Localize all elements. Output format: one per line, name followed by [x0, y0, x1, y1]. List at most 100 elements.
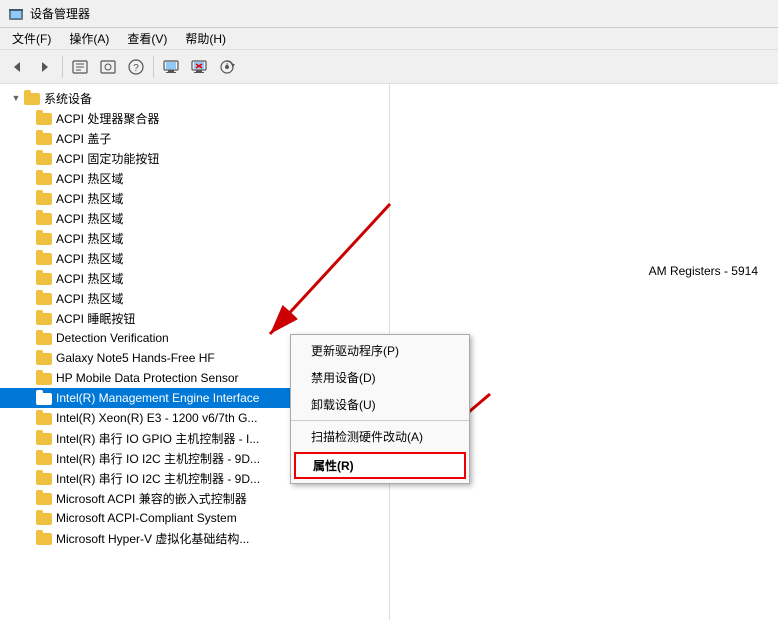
leaf-spacer	[20, 370, 36, 386]
tree-item-label: Galaxy Note5 Hands-Free HF	[56, 351, 215, 365]
device-folder-icon	[36, 130, 52, 146]
menu-help[interactable]: 帮助(H)	[177, 28, 234, 49]
tree-item[interactable]: ACPI 热区域	[0, 268, 389, 288]
leaf-spacer	[20, 290, 36, 306]
tree-item[interactable]: ACPI 热区域	[0, 228, 389, 248]
tree-item-label: ACPI 热区域	[56, 210, 123, 227]
menu-action[interactable]: 操作(A)	[61, 28, 117, 49]
device-folder-icon	[36, 270, 52, 286]
tree-item-label: ACPI 热区域	[56, 250, 123, 267]
root-label: 系统设备	[44, 90, 92, 107]
svg-text:?: ?	[133, 63, 139, 74]
main-content: ▼ 系统设备 ACPI 处理器聚合器 ACPI 盖子 ACPI 固定功能按钮 A…	[0, 84, 778, 620]
scan-button[interactable]	[214, 54, 240, 80]
tree-item-label: ACPI 热区域	[56, 230, 123, 247]
tree-item-label: Intel(R) 串行 IO GPIO 主机控制器 - I...	[56, 430, 259, 447]
tree-item[interactable]: ACPI 热区域	[0, 248, 389, 268]
tree-item[interactable]: ACPI 固定功能按钮	[0, 148, 389, 168]
leaf-spacer	[20, 510, 36, 526]
tree-item-label: ACPI 热区域	[56, 190, 123, 207]
toolbar-separator-1	[62, 56, 63, 78]
title-bar: 设备管理器	[0, 0, 778, 28]
menu-file[interactable]: 文件(F)	[4, 28, 59, 49]
context-menu: 更新驱动程序(P)禁用设备(D)卸载设备(U) 扫描检测硬件改动(A)属性(R)	[290, 334, 470, 484]
device-folder-icon	[36, 170, 52, 186]
device-folder-icon	[36, 310, 52, 326]
ctx-item-properties[interactable]: 属性(R)	[294, 452, 466, 479]
forward-button[interactable]	[32, 54, 58, 80]
leaf-spacer	[20, 450, 36, 466]
tree-item[interactable]: ACPI 睡眠按钮	[0, 308, 389, 328]
ctx-item-scan-hardware[interactable]: 扫描检测硬件改动(A)	[291, 423, 469, 450]
device-folder-icon	[36, 290, 52, 306]
window-title: 设备管理器	[30, 5, 90, 22]
properties-toolbar-button[interactable]	[67, 54, 93, 80]
right-panel-text: AM Registers - 5914	[649, 264, 758, 278]
device-folder-icon	[36, 350, 52, 366]
help-button[interactable]: ?	[123, 54, 149, 80]
leaf-spacer	[20, 390, 36, 406]
menu-bar: 文件(F) 操作(A) 查看(V) 帮助(H)	[0, 28, 778, 50]
leaf-spacer	[20, 170, 36, 186]
menu-view[interactable]: 查看(V)	[119, 28, 175, 49]
device-folder-icon	[36, 470, 52, 486]
tree-item-label: Intel(R) 串行 IO I2C 主机控制器 - 9D...	[56, 470, 260, 487]
ctx-item-disable-device[interactable]: 禁用设备(D)	[291, 364, 469, 391]
tree-item-label: ACPI 热区域	[56, 290, 123, 307]
device-folder-icon	[36, 150, 52, 166]
leaf-spacer	[20, 350, 36, 366]
tree-item-label: Microsoft Hyper-V 虚拟化基础结构...	[56, 530, 249, 547]
back-button[interactable]	[4, 54, 30, 80]
tree-item[interactable]: ACPI 热区域	[0, 168, 389, 188]
leaf-spacer	[20, 110, 36, 126]
device-folder-icon	[36, 370, 52, 386]
device-folder-icon	[36, 390, 52, 406]
tree-item[interactable]: ACPI 热区域	[0, 208, 389, 228]
leaf-spacer	[20, 210, 36, 226]
tree-item-label: Detection Verification	[56, 331, 169, 345]
tree-item[interactable]: Microsoft Hyper-V 虚拟化基础结构...	[0, 528, 389, 548]
tree-root[interactable]: ▼ 系统设备	[0, 88, 389, 108]
ctx-item-uninstall-device[interactable]: 卸载设备(U)	[291, 391, 469, 418]
tree-item[interactable]: ACPI 盖子	[0, 128, 389, 148]
tree-item[interactable]: ACPI 处理器聚合器	[0, 108, 389, 128]
leaf-spacer	[20, 270, 36, 286]
leaf-spacer	[20, 410, 36, 426]
tree-item-label: Microsoft ACPI-Compliant System	[56, 511, 237, 525]
tree-item[interactable]: Microsoft ACPI 兼容的嵌入式控制器	[0, 488, 389, 508]
tree-item-label: ACPI 盖子	[56, 130, 111, 147]
device-folder-icon	[36, 410, 52, 426]
device-folder-icon	[36, 110, 52, 126]
leaf-spacer	[20, 250, 36, 266]
tree-item-label: Intel(R) 串行 IO I2C 主机控制器 - 9D...	[56, 450, 260, 467]
ctx-item-update-driver[interactable]: 更新驱动程序(P)	[291, 337, 469, 364]
tree-item[interactable]: Microsoft ACPI-Compliant System	[0, 508, 389, 528]
device-folder-icon	[36, 210, 52, 226]
tree-item-label: ACPI 热区域	[56, 270, 123, 287]
leaf-spacer	[20, 190, 36, 206]
leaf-spacer	[20, 150, 36, 166]
uninstall-toolbar-button[interactable]	[186, 54, 212, 80]
tree-item-label: ACPI 睡眠按钮	[56, 310, 135, 327]
leaf-spacer	[20, 470, 36, 486]
device-folder-icon	[36, 490, 52, 506]
leaf-spacer	[20, 230, 36, 246]
leaf-spacer	[20, 530, 36, 546]
device-folder-icon	[36, 230, 52, 246]
tree-item[interactable]: ACPI 热区域	[0, 288, 389, 308]
device-folder-icon	[36, 250, 52, 266]
tree-item-label: HP Mobile Data Protection Sensor	[56, 371, 239, 385]
tree-item-label: Intel(R) Management Engine Interface	[56, 391, 259, 405]
tree-item-label: ACPI 热区域	[56, 170, 123, 187]
computer-button[interactable]	[158, 54, 184, 80]
device-folder-icon	[36, 450, 52, 466]
folder-icon	[24, 90, 40, 106]
tree-item-label: ACPI 处理器聚合器	[56, 110, 159, 127]
toolbar: ?	[0, 50, 778, 84]
tree-item-label: Intel(R) Xeon(R) E3 - 1200 v6/7th G...	[56, 411, 257, 425]
tree-item-label: ACPI 固定功能按钮	[56, 150, 159, 167]
show-hidden-button[interactable]	[95, 54, 121, 80]
tree-item-label: Microsoft ACPI 兼容的嵌入式控制器	[56, 490, 247, 507]
expand-icon[interactable]: ▼	[8, 90, 24, 106]
tree-item[interactable]: ACPI 热区域	[0, 188, 389, 208]
